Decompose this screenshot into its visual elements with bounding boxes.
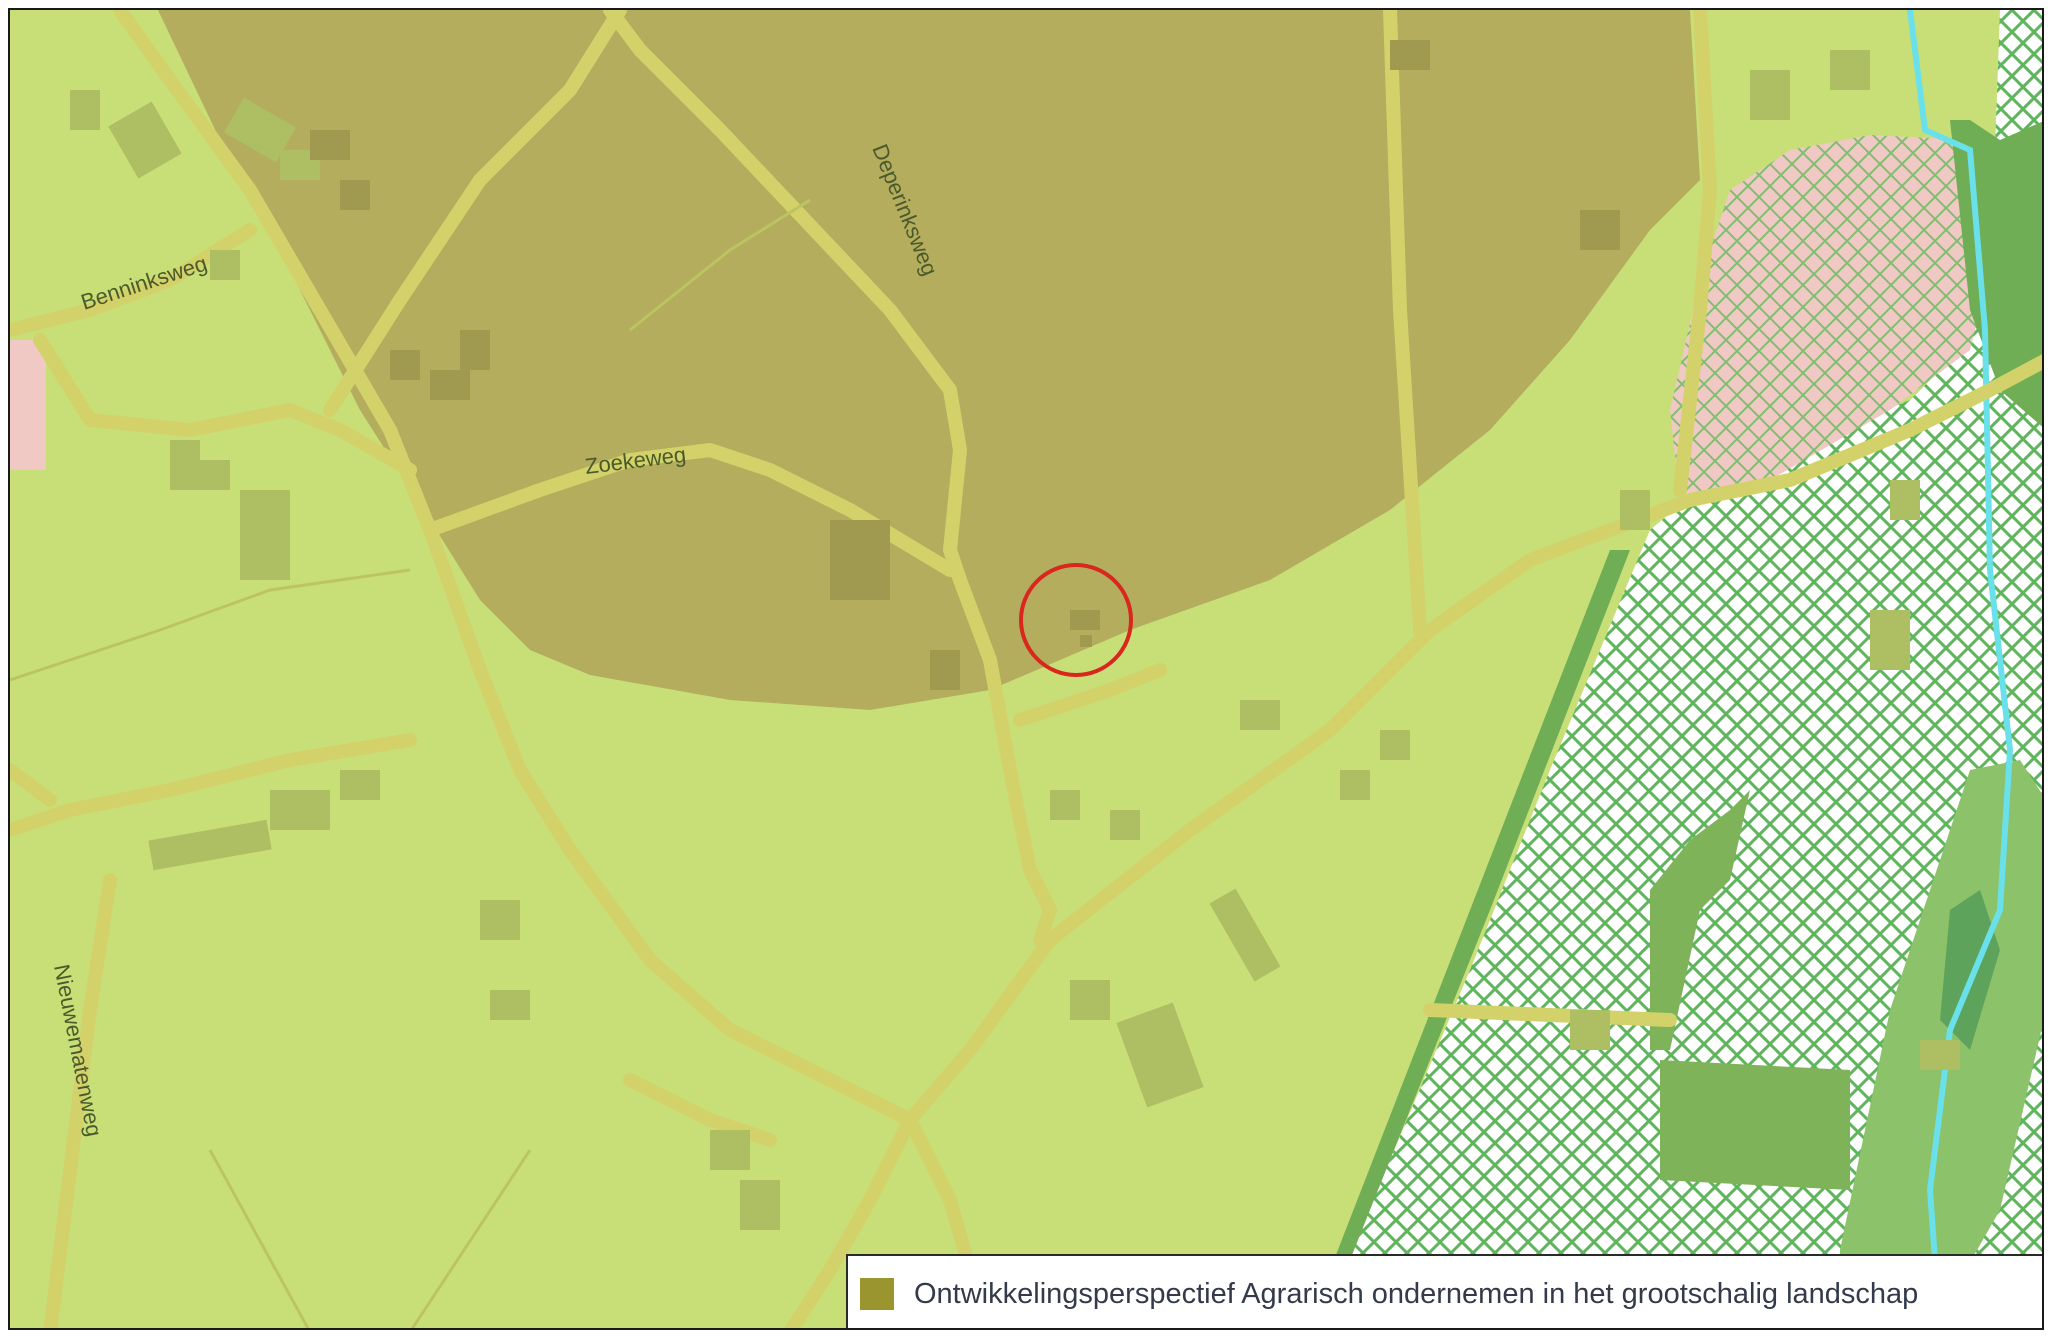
legend-label: Ontwikkelingsperspectief Agrarisch onder…	[914, 1277, 1919, 1310]
legend: Ontwikkelingsperspectief Agrarisch onder…	[846, 1254, 2042, 1328]
residential-area-left	[10, 340, 46, 470]
forest-block	[1660, 1060, 1850, 1190]
legend-swatch	[860, 1278, 894, 1310]
map-frame[interactable]: Benninksweg Deperinksweg Zoekeweg Nieuwe…	[8, 8, 2044, 1330]
map-canvas[interactable]: Benninksweg Deperinksweg Zoekeweg Nieuwe…	[10, 10, 2044, 1330]
